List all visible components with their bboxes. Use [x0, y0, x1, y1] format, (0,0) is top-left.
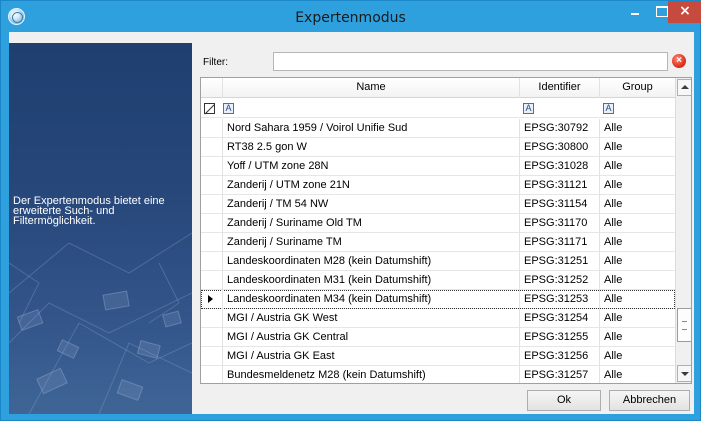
cancel-button[interactable]: Abbrechen	[609, 390, 690, 411]
row-identifier-cell: EPSG:31257	[519, 366, 599, 383]
row-name-cell: Yoff / UTM zone 28N	[222, 157, 519, 176]
group-filter-icon[interactable]: A	[603, 103, 614, 114]
row-identifier-cell: EPSG:31255	[519, 328, 599, 347]
title-bar[interactable]: Expertenmodus ×	[1, 1, 701, 33]
row-name-cell: MGI / Austria GK East	[222, 347, 519, 366]
row-group-cell: Alle	[599, 119, 675, 138]
row-name-cell: RT38 2.5 gon W	[222, 138, 519, 157]
row-group-cell: Alle	[599, 347, 675, 366]
row-identifier-cell: EPSG:31171	[519, 233, 599, 252]
map-background-image	[9, 232, 192, 414]
row-name-cell: Landeskoordinaten M34 (kein Datumshift)	[222, 290, 519, 309]
row-name-cell: MGI / Austria GK West	[222, 309, 519, 328]
table-row[interactable]: RT38 2.5 gon W EPSG:30800 Alle	[201, 138, 675, 157]
window-title: Expertenmodus	[295, 10, 406, 26]
row-group-cell: Alle	[599, 233, 675, 252]
row-identifier-cell: EPSG:31252	[519, 271, 599, 290]
close-icon: ×	[676, 55, 682, 66]
table-row[interactable]: Yoff / UTM zone 28N EPSG:31028 Alle	[201, 157, 675, 176]
clear-filter-button[interactable]: ×	[672, 54, 686, 68]
close-button[interactable]: ×	[668, 1, 701, 23]
row-identifier-cell: EPSG:31170	[519, 214, 599, 233]
row-name-cell: Zanderij / TM 54 NW	[222, 195, 519, 214]
table-row[interactable]: Zanderij / TM 54 NW EPSG:31154 Alle	[201, 195, 675, 214]
row-group-cell: Alle	[599, 214, 675, 233]
row-name-cell: Bundesmeldenetz M28 (kein Datumshift)	[222, 366, 519, 383]
row-group-cell: Alle	[599, 328, 675, 347]
row-group-cell: Alle	[599, 138, 675, 157]
table-row[interactable]: Zanderij / Suriname Old TM EPSG:31170 Alle	[201, 214, 675, 233]
table-row[interactable]: MGI / Austria GK East EPSG:31256 Alle	[201, 347, 675, 366]
scroll-down-icon[interactable]	[677, 365, 691, 382]
row-group-cell: Alle	[599, 195, 675, 214]
row-name-cell: MGI / Austria GK Central	[222, 328, 519, 347]
row-indicator-icon	[208, 295, 213, 303]
row-identifier-cell: EPSG:31256	[519, 347, 599, 366]
row-identifier-cell: EPSG:31028	[519, 157, 599, 176]
row-group-cell: Alle	[599, 290, 675, 309]
clear-column-filters-icon[interactable]	[204, 103, 215, 114]
grid-rows: Nord Sahara 1959 / Voirol Unifie Sud EPSG…	[201, 119, 675, 383]
filter-label: Filter:	[203, 57, 228, 68]
table-row[interactable]: Zanderij / UTM zone 21N EPSG:31121 Alle	[201, 176, 675, 195]
grid-header: Name Identifier Group	[201, 78, 675, 98]
row-identifier-cell: EPSG:31251	[519, 252, 599, 271]
row-identifier-cell: EPSG:30792	[519, 119, 599, 138]
minimize-button[interactable]	[622, 1, 648, 22]
row-identifier-cell: EPSG:31254	[519, 309, 599, 328]
identifier-filter-icon[interactable]: A	[523, 103, 534, 114]
filter-input[interactable]	[273, 52, 668, 71]
coordinate-system-grid[interactable]: Name Identifier Group A A A Nord Sahara …	[200, 77, 692, 384]
row-group-cell: Alle	[599, 157, 675, 176]
row-group-cell: Alle	[599, 252, 675, 271]
row-identifier-cell: EPSG:31154	[519, 195, 599, 214]
row-group-cell: Alle	[599, 309, 675, 328]
row-name-cell: Landeskoordinaten M31 (kein Datumshift)	[222, 271, 519, 290]
row-identifier-cell: EPSG:31253	[519, 290, 599, 309]
row-name-cell: Landeskoordinaten M28 (kein Datumshift)	[222, 252, 519, 271]
column-header-identifier[interactable]: Identifier	[519, 78, 599, 98]
table-row[interactable]: MGI / Austria GK Central EPSG:31255 Alle	[201, 328, 675, 347]
row-group-cell: Alle	[599, 271, 675, 290]
table-row[interactable]: Landeskoordinaten M28 (kein Datumshift) E…	[201, 252, 675, 271]
row-name-cell: Zanderij / Suriname TM	[222, 233, 519, 252]
info-panel: Der Expertenmodus bietet eine erweiterte…	[9, 43, 192, 414]
dialog-body: Der Expertenmodus bietet eine erweiterte…	[9, 32, 694, 414]
table-row[interactable]: Nord Sahara 1959 / Voirol Unifie Sud EPSG…	[201, 119, 675, 138]
dialog-window: Expertenmodus × Der Expertenmodus bietet…	[0, 0, 701, 421]
row-name-cell: Nord Sahara 1959 / Voirol Unifie Sud	[222, 119, 519, 138]
column-header-name[interactable]: Name	[222, 78, 519, 98]
scroll-up-icon[interactable]	[677, 79, 691, 96]
table-row[interactable]: Landeskoordinaten M34 (kein Datumshift) E…	[201, 290, 675, 309]
scrollbar-thumb[interactable]	[677, 308, 691, 342]
vertical-scrollbar[interactable]	[675, 78, 691, 383]
name-filter-icon[interactable]: A	[223, 103, 234, 114]
ok-button[interactable]: Ok	[527, 390, 601, 411]
row-identifier-cell: EPSG:30800	[519, 138, 599, 157]
info-text: Der Expertenmodus bietet eine erweiterte…	[13, 195, 165, 227]
row-group-cell: Alle	[599, 176, 675, 195]
column-header-group[interactable]: Group	[599, 78, 675, 98]
row-group-cell: Alle	[599, 366, 675, 383]
row-name-cell: Zanderij / UTM zone 21N	[222, 176, 519, 195]
row-identifier-cell: EPSG:31121	[519, 176, 599, 195]
table-row[interactable]: Zanderij / Suriname TM EPSG:31171 Alle	[201, 233, 675, 252]
grid-filter-row: A A A	[201, 99, 675, 118]
close-icon: ×	[679, 3, 691, 19]
table-row[interactable]: MGI / Austria GK West EPSG:31254 Alle	[201, 309, 675, 328]
table-row[interactable]: Bundesmeldenetz M28 (kein Datumshift) EPS…	[201, 366, 675, 383]
table-row[interactable]: Landeskoordinaten M31 (kein Datumshift) E…	[201, 271, 675, 290]
row-name-cell: Zanderij / Suriname Old TM	[222, 214, 519, 233]
